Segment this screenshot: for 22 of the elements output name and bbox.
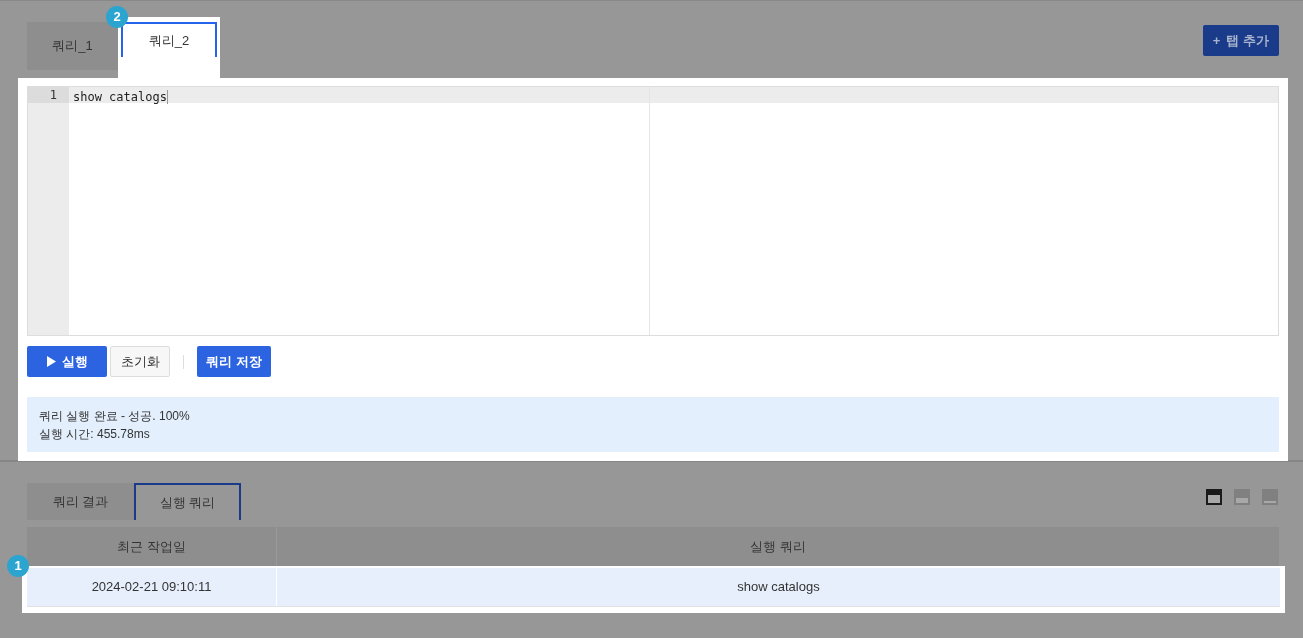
result-tab[interactable]: 쿼리 결과 [27,483,134,520]
code-line: show catalogs [73,90,168,104]
run-button[interactable]: 실행 [27,346,107,377]
layout-toggle-icon[interactable] [1234,489,1250,505]
add-tab-button[interactable]: + 탭 추가 [1202,25,1279,56]
play-icon [46,356,56,367]
step-badge: 2 [106,6,128,28]
query-tab[interactable]: 쿼리_2 [121,22,217,57]
table-cell: 2024-02-21 09:10:11 [27,568,277,606]
reset-button[interactable]: 초기화 [110,346,170,377]
status-text: 실행 시간: 455.78ms [39,426,151,443]
layout-toggle-icon[interactable] [1262,489,1278,505]
step-badge: 1 [7,555,29,577]
table-cell-text: show catalogs [736,578,821,597]
save-query-button[interactable]: 쿼리 저장 [197,346,271,377]
result-tab[interactable]: 실행 쿼리 [134,483,241,520]
code-editor[interactable]: 1 show catalogs [27,86,1279,336]
query-tab[interactable]: 쿼리_1 [27,22,118,70]
column-header: 실행 쿼리 [749,537,807,556]
status-text: 쿼리 실행 완료 - 성공. 100% [39,408,191,425]
line-number: 1 [28,87,69,103]
layout-toggle-icon[interactable] [1206,489,1222,505]
